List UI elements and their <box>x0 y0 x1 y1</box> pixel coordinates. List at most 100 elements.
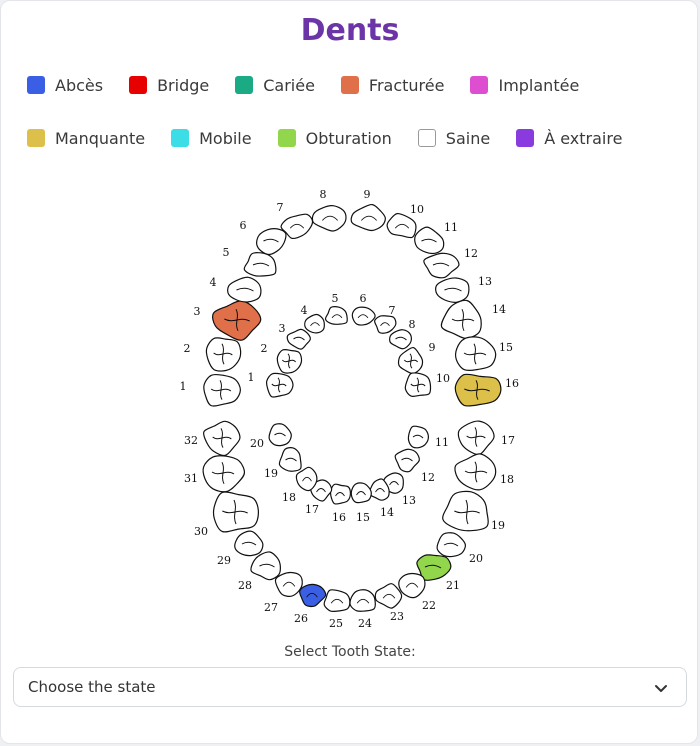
adult-tooth-14[interactable] <box>440 299 482 340</box>
adult-tooth-28[interactable] <box>250 551 282 581</box>
adult-tooth-12[interactable] <box>423 252 460 279</box>
adult-tooth-number: 26 <box>294 612 308 625</box>
adult-tooth-number: 23 <box>390 610 404 623</box>
child-tooth-number: 18 <box>282 491 296 504</box>
child-tooth-number: 7 <box>389 304 396 317</box>
adult-tooth-8[interactable] <box>311 205 347 232</box>
child-tooth-number: 15 <box>356 511 370 524</box>
adult-tooth-24[interactable] <box>349 589 376 612</box>
adult-tooth-19[interactable] <box>442 490 489 532</box>
child-tooth-number: 19 <box>264 467 278 480</box>
child-tooth-3[interactable] <box>286 328 311 350</box>
dental-chart: 1 2 3 4 5 6 7 8 9 10 11 12 13 14 15 16 17 18 19 20 21 22 23 24 2… <box>1 171 699 641</box>
child-tooth-16[interactable] <box>329 483 352 505</box>
adult-tooth-26[interactable] <box>299 583 327 608</box>
child-tooth-number: 13 <box>402 494 416 507</box>
adult-tooth-number: 31 <box>184 472 198 485</box>
legend-item: Saine <box>417 129 490 148</box>
adult-tooth-9[interactable] <box>350 203 386 232</box>
legend-swatch <box>417 129 436 147</box>
adult-tooth-17[interactable] <box>457 420 495 456</box>
legend-swatch <box>516 129 535 147</box>
adult-tooth-31[interactable] <box>202 455 246 493</box>
tooth-state-select[interactable]: Choose the state <box>13 667 687 707</box>
legend-row: Manquante Mobile Obturation Saine À extraire <box>27 126 648 150</box>
legend-swatch <box>171 129 190 147</box>
adult-tooth-23[interactable] <box>374 583 403 609</box>
child-tooth-12[interactable] <box>394 448 420 473</box>
legend-label: Fracturée <box>368 75 445 95</box>
adult-tooth-27[interactable] <box>274 571 303 597</box>
adult-tooth-number: 22 <box>422 599 436 612</box>
child-tooth-19[interactable] <box>278 447 302 472</box>
adult-tooth-2[interactable] <box>205 337 242 372</box>
legend-swatch <box>27 76 45 94</box>
legend-item: Manquante <box>27 129 145 148</box>
adult-tooth-1[interactable] <box>203 373 242 407</box>
child-tooth-number: 6 <box>360 292 367 305</box>
child-tooth-9[interactable] <box>397 346 424 375</box>
child-tooth-11[interactable] <box>407 425 430 449</box>
legend-item: Bridge <box>129 76 209 95</box>
adult-tooth-5[interactable] <box>243 252 277 277</box>
child-tooth-5[interactable] <box>324 306 348 325</box>
adult-tooth-11[interactable] <box>414 226 445 255</box>
legend-row: Abcès Bridge Cariée Fracturée Implantée <box>27 73 605 97</box>
adult-tooth-29[interactable] <box>234 530 264 557</box>
adult-tooth-number: 8 <box>320 188 327 201</box>
adult-tooth-number: 16 <box>505 377 519 390</box>
legend-swatch <box>340 76 359 94</box>
child-tooth-15[interactable] <box>350 482 372 504</box>
child-tooth-number: 10 <box>436 372 450 385</box>
adult-tooth-4[interactable] <box>227 276 262 303</box>
child-tooth-number: 20 <box>250 437 264 450</box>
adult-tooth-number: 9 <box>364 188 371 201</box>
legend-label: À extraire <box>544 128 623 148</box>
adult-tooth-number: 1 <box>180 380 187 393</box>
adult-tooth-number: 2 <box>184 342 191 355</box>
child-tooth-10[interactable] <box>404 372 432 398</box>
legend-label: Implantée <box>498 75 580 95</box>
adult-tooth-number: 18 <box>500 473 514 486</box>
adult-tooth-13[interactable] <box>435 277 470 303</box>
child-tooth-4[interactable] <box>304 313 325 334</box>
child-tooth-18[interactable] <box>295 466 318 492</box>
adult-tooth-18[interactable] <box>454 453 497 491</box>
child-tooth-number: 17 <box>305 503 319 516</box>
adult-tooth-15[interactable] <box>455 336 497 372</box>
adult-tooth-30[interactable] <box>212 491 260 533</box>
child-tooth-6[interactable] <box>351 306 376 326</box>
adult-tooth-number: 25 <box>329 617 343 630</box>
legend-item: Abcès <box>27 76 103 95</box>
child-tooth-number: 2 <box>261 342 268 355</box>
adult-tooth-number: 28 <box>238 579 252 592</box>
legend-item: Obturation <box>277 129 392 148</box>
page-title: Dents <box>300 13 400 48</box>
adult-tooth-3[interactable] <box>212 300 262 341</box>
legend-item: À extraire <box>516 129 622 148</box>
adult-tooth-number: 6 <box>240 219 247 232</box>
legend-label: Manquante <box>55 128 146 148</box>
legend-item: Fracturée <box>340 75 445 95</box>
select-label: Select Tooth State: <box>284 644 416 660</box>
child-tooth-1[interactable] <box>265 372 294 398</box>
adult-tooth-6[interactable] <box>256 228 287 256</box>
child-tooth-2[interactable] <box>276 348 303 374</box>
adult-tooth-number: 24 <box>358 617 372 630</box>
child-tooth-7[interactable] <box>374 315 397 334</box>
adult-tooth-number: 14 <box>492 303 506 316</box>
adult-tooth-22[interactable] <box>398 572 426 599</box>
adult-tooth-32[interactable] <box>203 420 241 457</box>
child-tooth-8[interactable] <box>389 329 413 350</box>
child-tooth-number: 14 <box>380 506 394 519</box>
adult-tooth-number: 32 <box>184 434 198 447</box>
adult-tooth-16[interactable] <box>454 373 502 407</box>
child-tooth-20[interactable] <box>268 423 292 447</box>
adult-tooth-25[interactable] <box>323 589 351 613</box>
legend-item: Implantée <box>470 76 579 95</box>
adult-tooth-20[interactable] <box>436 532 467 558</box>
child-tooth-number: 4 <box>301 304 308 317</box>
adult-tooth-number: 7 <box>277 201 284 214</box>
adult-tooth-10[interactable] <box>386 212 417 239</box>
legend-label: Cariée <box>263 75 315 95</box>
